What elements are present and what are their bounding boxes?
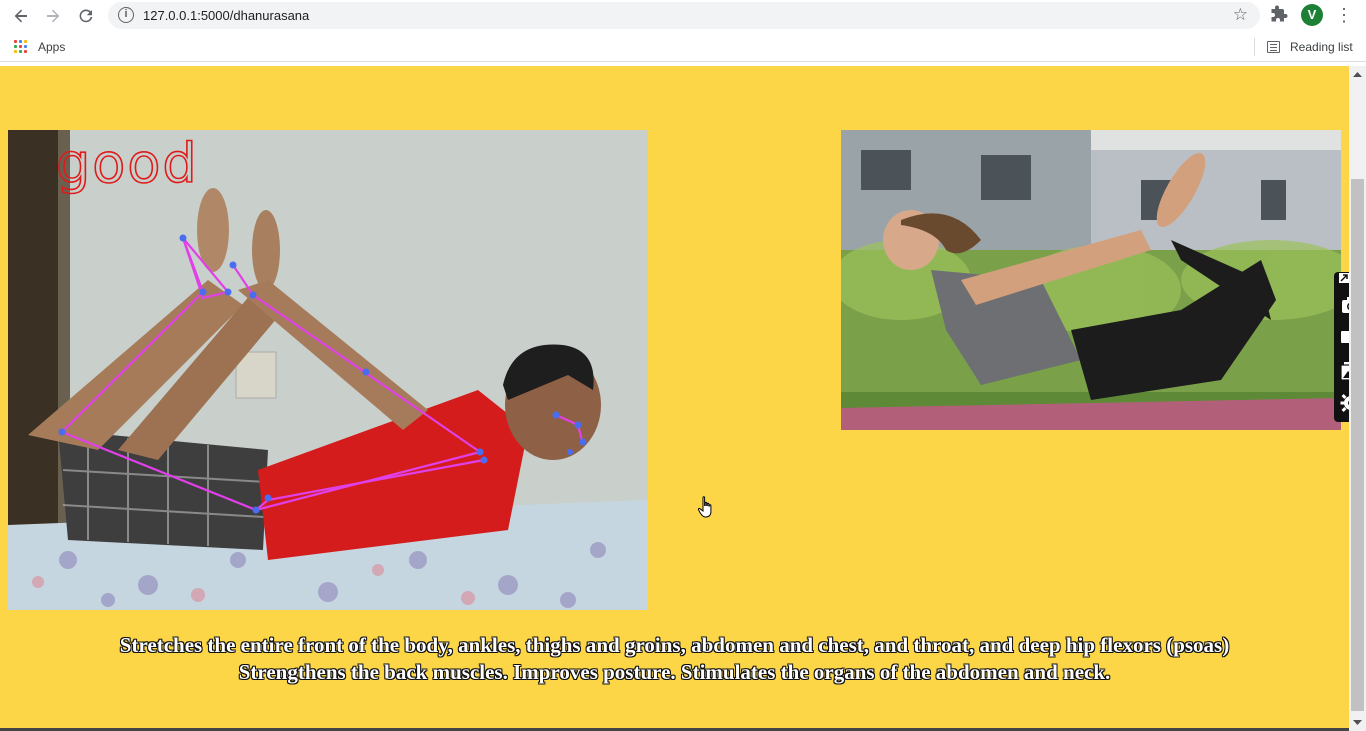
address-bar[interactable]: i 127.0.0.1:5000/dhanurasana ☆: [108, 2, 1260, 29]
hand-cursor-icon: [697, 496, 712, 518]
info-icon[interactable]: i: [118, 7, 134, 23]
bookmark-divider: [1254, 38, 1255, 56]
scroll-down-arrow-icon[interactable]: [1349, 714, 1366, 731]
reference-scene: [841, 130, 1341, 430]
kebab-menu-icon[interactable]: ⋮: [1334, 4, 1354, 26]
page-viewport: good Stretches the entire front of the b…: [0, 66, 1349, 731]
camera-scene: [8, 130, 648, 610]
reading-list-link[interactable]: Reading list: [1290, 40, 1353, 54]
star-icon[interactable]: ☆: [1233, 5, 1248, 25]
scroll-up-arrow-icon[interactable]: [1349, 66, 1366, 83]
reading-list-icon[interactable]: [1267, 41, 1280, 53]
scrollbar-thumb[interactable]: [1351, 179, 1364, 711]
url-text[interactable]: 127.0.0.1:5000/dhanurasana: [143, 8, 309, 23]
pose-description: Stretches the entire front of the body, …: [0, 632, 1349, 686]
camera-feed: good: [8, 130, 648, 610]
reference-pose-image: [841, 130, 1341, 430]
description-line-2: Strengthens the back muscles. Improves p…: [238, 660, 1111, 684]
browser-toolbar: i 127.0.0.1:5000/dhanurasana ☆ V ⋮: [0, 0, 1366, 32]
bookmarks-bar: Apps Reading list: [0, 32, 1366, 62]
vertical-scrollbar[interactable]: [1349, 66, 1366, 731]
description-line-1: Stretches the entire front of the body, …: [119, 633, 1230, 657]
forward-icon[interactable]: [41, 4, 65, 28]
back-icon[interactable]: [9, 4, 33, 28]
pose-status-label: good: [55, 131, 199, 196]
apps-grid-icon[interactable]: [14, 40, 27, 53]
apps-link[interactable]: Apps: [38, 40, 65, 54]
profile-avatar[interactable]: V: [1301, 4, 1323, 26]
reload-icon[interactable]: [74, 4, 98, 28]
puzzle-icon[interactable]: [1270, 5, 1290, 25]
